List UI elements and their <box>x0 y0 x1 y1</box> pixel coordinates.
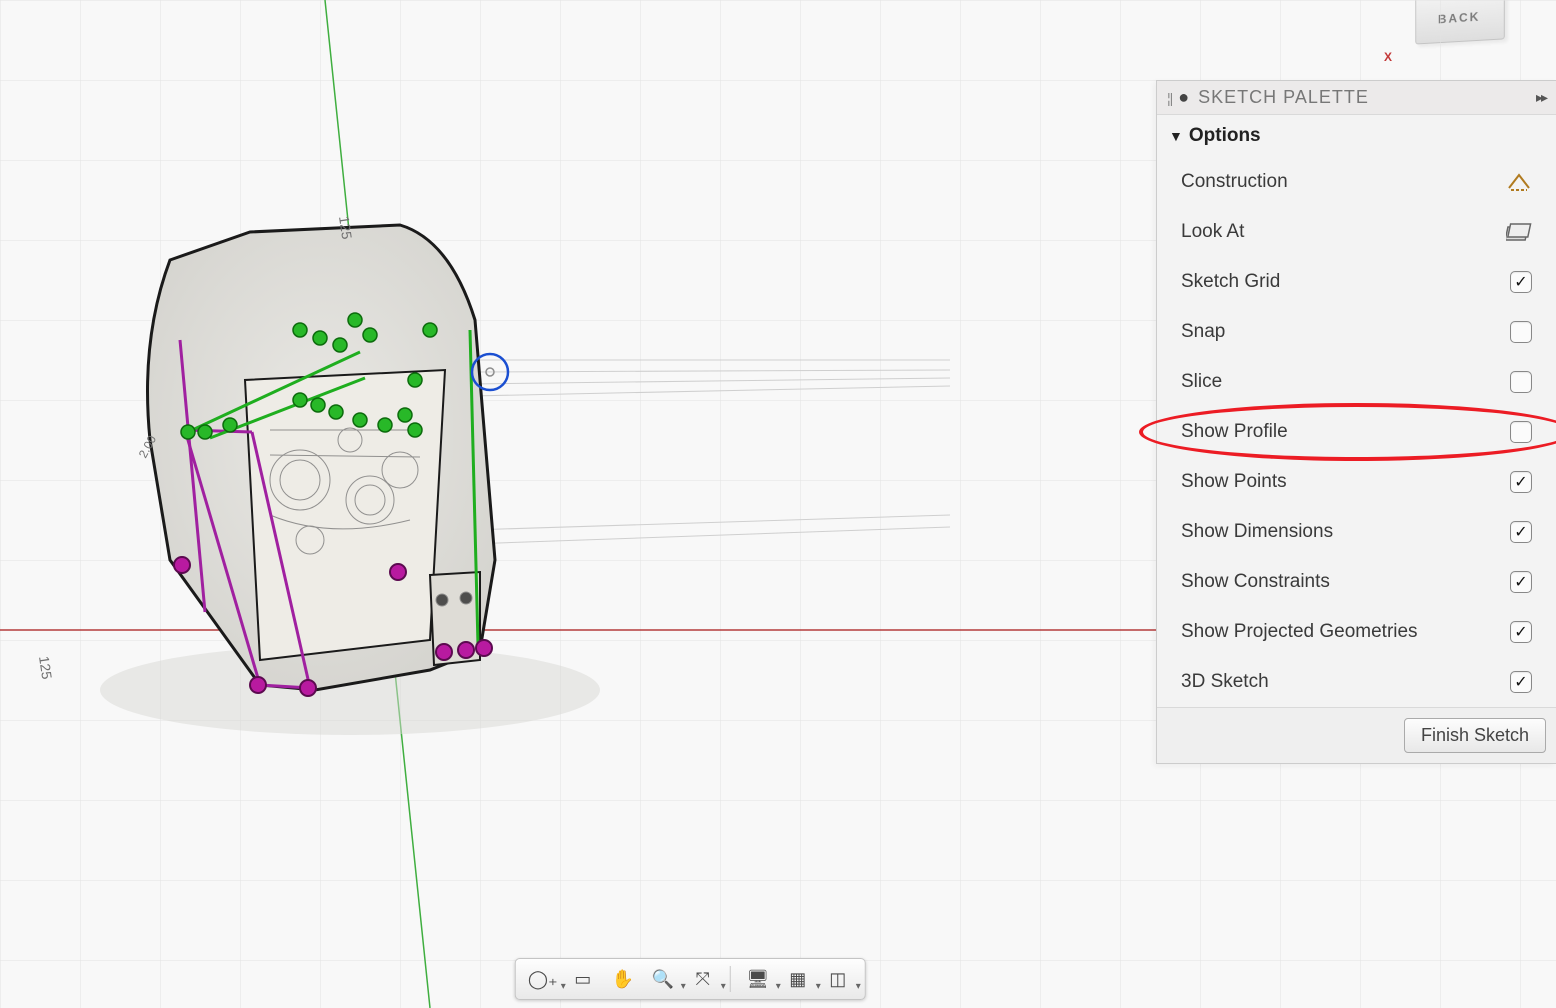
lookat-svg <box>1506 222 1532 242</box>
option-snap[interactable]: Snap <box>1157 307 1556 357</box>
zoom-button[interactable]: 🔍 <box>646 964 680 994</box>
option-label: Show Projected Geometries <box>1181 621 1418 643</box>
show-projected-checkbox[interactable] <box>1510 621 1532 643</box>
snap-checkbox[interactable] <box>1510 321 1532 343</box>
option-slice[interactable]: Slice <box>1157 357 1556 407</box>
option-label: Sketch Grid <box>1181 271 1280 293</box>
option-show-projected[interactable]: Show Projected Geometries <box>1157 607 1556 657</box>
option-sketch-grid[interactable]: Sketch Grid <box>1157 257 1556 307</box>
toolbar-separator <box>730 966 731 992</box>
option-show-constraints[interactable]: Show Constraints <box>1157 557 1556 607</box>
option-label: Look At <box>1181 221 1244 243</box>
fit-button[interactable]: ⤧ <box>686 964 720 994</box>
option-label: Construction <box>1181 171 1288 193</box>
viewport[interactable]: BACK X <box>0 0 1556 1008</box>
collapse-dot-icon[interactable]: ● <box>1178 87 1190 108</box>
slice-checkbox[interactable] <box>1510 371 1532 393</box>
lookat-button[interactable]: ▭ <box>566 964 600 994</box>
pin-icon[interactable]: ▸▸ <box>1536 89 1546 106</box>
option-label: Snap <box>1181 321 1225 343</box>
grid-settings-button[interactable]: ▦ <box>781 964 815 994</box>
drag-grip-icon[interactable]: ¦| <box>1167 90 1172 106</box>
show-points-checkbox[interactable] <box>1510 471 1532 493</box>
sketch-grid-checkbox[interactable] <box>1510 271 1532 293</box>
construction-icon[interactable] <box>1506 171 1532 193</box>
option-label: Show Dimensions <box>1181 521 1333 543</box>
option-label: Show Points <box>1181 471 1287 493</box>
option-label: 3D Sketch <box>1181 671 1269 693</box>
options-section-header[interactable]: ▼ Options <box>1157 115 1556 157</box>
orbit-button[interactable]: ◯₊ <box>526 964 560 994</box>
option-construction[interactable]: Construction <box>1157 157 1556 207</box>
option-label: Show Constraints <box>1181 571 1330 593</box>
3d-sketch-checkbox[interactable] <box>1510 671 1532 693</box>
options-section-label: Options <box>1189 125 1261 147</box>
option-show-profile[interactable]: Show Profile <box>1157 407 1556 457</box>
chevron-down-icon: ▼ <box>1169 128 1183 144</box>
palette-title: SKETCH PALETTE <box>1198 87 1536 108</box>
dim-label-left: 125 <box>36 655 55 680</box>
palette-header[interactable]: ¦| ● SKETCH PALETTE ▸▸ <box>1157 81 1556 115</box>
construction-svg <box>1507 172 1531 192</box>
option-label: Show Profile <box>1181 421 1288 443</box>
pan-button[interactable]: ✋ <box>606 964 640 994</box>
sketch-palette-panel: ¦| ● SKETCH PALETTE ▸▸ ▼ Options Constru… <box>1156 80 1556 764</box>
show-profile-checkbox[interactable] <box>1510 421 1532 443</box>
option-look-at[interactable]: Look At <box>1157 207 1556 257</box>
option-show-dimensions[interactable]: Show Dimensions <box>1157 507 1556 557</box>
finish-sketch-button[interactable]: Finish Sketch <box>1404 718 1546 753</box>
visual-style-button[interactable]: 🖥 <box>741 964 775 994</box>
option-label: Slice <box>1181 371 1222 393</box>
lookat-icon[interactable] <box>1506 221 1532 243</box>
palette-footer: Finish Sketch <box>1157 707 1556 763</box>
option-3d-sketch[interactable]: 3D Sketch <box>1157 657 1556 707</box>
dim-label-top: 125 <box>336 215 355 240</box>
viewports-button[interactable]: ◫ <box>821 964 855 994</box>
show-constraints-checkbox[interactable] <box>1510 571 1532 593</box>
bottom-nav-toolbar: ◯₊ ▭ ✋ 🔍 ⤧ 🖥 ▦ ◫ <box>515 958 866 1000</box>
show-dimensions-checkbox[interactable] <box>1510 521 1532 543</box>
option-show-points[interactable]: Show Points <box>1157 457 1556 507</box>
